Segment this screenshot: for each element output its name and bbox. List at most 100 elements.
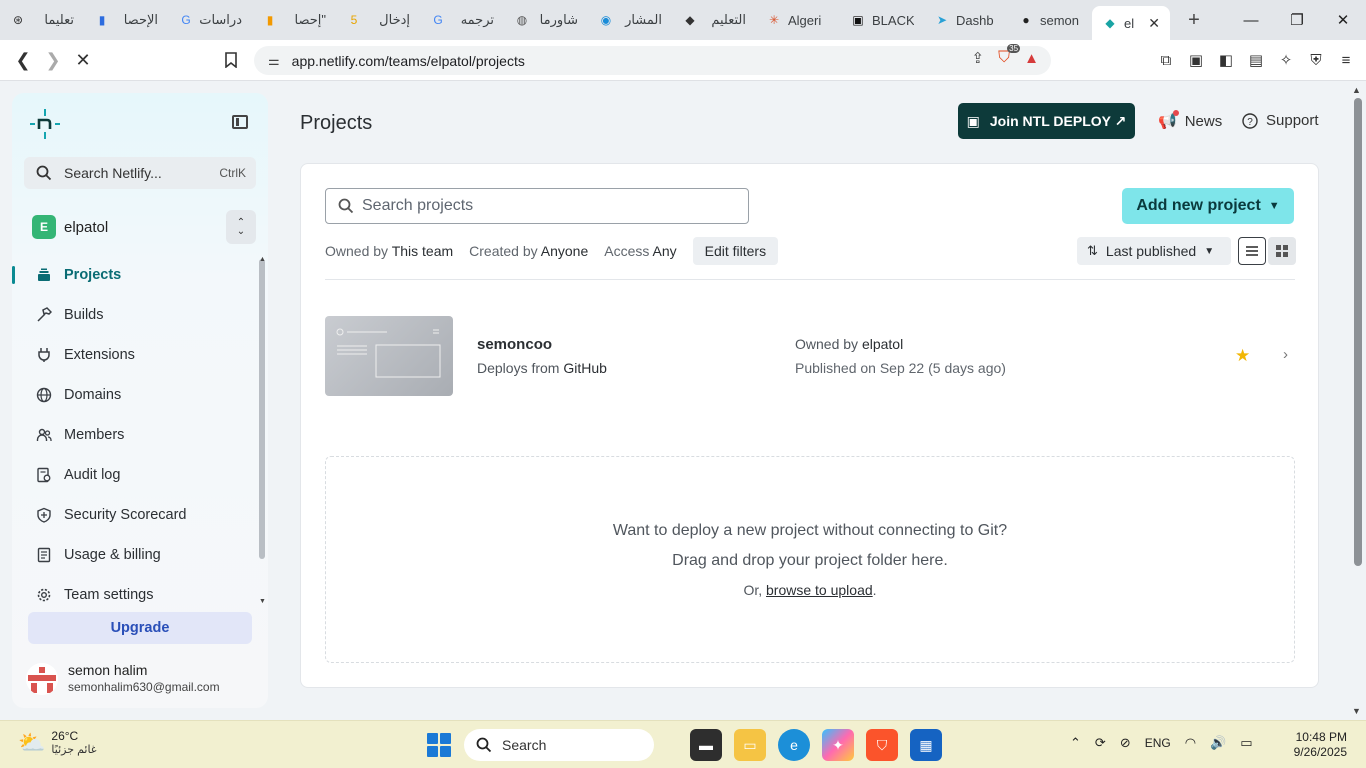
extensions-icon[interactable]: ⧉	[1156, 48, 1176, 72]
browse-to-upload-link[interactable]: browse to upload	[766, 582, 873, 598]
brave-shield-icon[interactable]: ⛉ 35	[998, 44, 1021, 67]
scroll-up-icon[interactable]: ▲	[259, 256, 266, 263]
project-search[interactable]	[325, 188, 749, 224]
file-explorer-icon[interactable]: ▭	[734, 729, 766, 761]
site-settings-icon[interactable]: ⚌	[268, 53, 280, 69]
project-row[interactable]: semoncoo Deploys from GitHub Owned by el…	[325, 316, 1295, 396]
sidebar-item-builds[interactable]: Builds	[12, 295, 268, 335]
star-icon[interactable]: ★	[1235, 346, 1250, 366]
created-by-filter[interactable]: Created by Anyone	[469, 243, 588, 259]
drop-zone[interactable]: Want to deploy a new project without con…	[325, 456, 1295, 663]
browser-tab[interactable]: ▮ الإحصا	[84, 4, 168, 36]
battery-icon[interactable]: ▭	[1240, 735, 1252, 751]
active-tab[interactable]: ◆ el ✕	[1092, 6, 1170, 40]
system-tray: ⌃ ⟳ ⊘ ENG ◠ 🔊 ▭	[1070, 735, 1253, 751]
sync-icon[interactable]: ⟳	[1095, 735, 1106, 751]
sort-dropdown[interactable]: ⇅ Last published ▼	[1077, 237, 1231, 265]
user-profile[interactable]: semon halim semonhalim630@gmail.com	[26, 659, 256, 699]
leo-ai-icon[interactable]: ✧	[1276, 48, 1296, 72]
owned-by-filter[interactable]: Owned by This team	[325, 243, 453, 259]
system-clock[interactable]: 10:48 PM 9/26/2025	[1285, 730, 1347, 760]
browser-tab[interactable]: ✳ Algeri	[756, 4, 840, 36]
taskbar-search[interactable]: Search	[464, 729, 654, 761]
bookmark-icon[interactable]	[216, 45, 246, 75]
wifi-icon[interactable]: ◠	[1185, 735, 1196, 751]
reader-mode-icon[interactable]: ▣	[1186, 48, 1206, 72]
team-switch-chevrons-icon[interactable]: ⌃ ⌄	[226, 210, 256, 244]
sidebar-item-audit-log[interactable]: Audit log	[12, 455, 268, 495]
globe-icon: ◍	[516, 13, 528, 27]
close-window-button[interactable]: ✕	[1320, 0, 1366, 40]
upgrade-button[interactable]: Upgrade	[28, 612, 252, 644]
edge-browser-icon[interactable]: e	[778, 729, 810, 761]
browser-tab-title: Dashb	[956, 12, 994, 28]
terminal-app-icon[interactable]: ▬	[690, 729, 722, 761]
stop-loading-button[interactable]: ✕	[68, 45, 98, 75]
browser-tab[interactable]: ▮ "إحصا	[252, 4, 336, 36]
list-view-icon[interactable]	[1238, 237, 1266, 265]
forward-button[interactable]: ❯	[38, 45, 68, 75]
windows-start-icon[interactable]	[427, 733, 451, 757]
store-app-icon[interactable]: ▦	[910, 729, 942, 761]
project-name[interactable]: semoncoo	[477, 336, 552, 353]
browser-tab[interactable]: ➤ Dashb	[924, 4, 1008, 36]
sidebar-item-members[interactable]: Members	[12, 415, 268, 455]
grid-view-icon[interactable]	[1268, 237, 1296, 265]
support-link[interactable]: ? Support	[1242, 112, 1319, 129]
share-icon[interactable]: ⇪	[972, 49, 985, 67]
browser-tab[interactable]: G دراسات	[168, 4, 252, 36]
menu-icon[interactable]: ≡	[1336, 48, 1356, 72]
url-text[interactable]: app.netlify.com/teams/elpatol/projects	[292, 53, 525, 69]
close-tab-icon[interactable]: ✕	[1148, 15, 1160, 32]
scroll-down-icon[interactable]: ▼	[259, 598, 266, 605]
collapse-sidebar-icon[interactable]	[232, 115, 248, 129]
minimize-button[interactable]: —	[1228, 0, 1274, 40]
browser-tab[interactable]: ▣ BLACK	[840, 4, 924, 36]
maximize-button[interactable]: ❐	[1274, 0, 1320, 40]
browser-tab[interactable]: ● semon	[1008, 4, 1092, 36]
volume-icon[interactable]: 🔊	[1210, 735, 1226, 751]
add-new-project-button[interactable]: Add new project ▼	[1122, 188, 1294, 224]
language-indicator[interactable]: ENG	[1145, 736, 1171, 750]
browser-tab[interactable]: ◉ المشار	[588, 4, 672, 36]
team-switcher[interactable]: E elpatol ⌃ ⌄	[24, 209, 256, 245]
edit-filters-button[interactable]: Edit filters	[692, 237, 779, 265]
browser-tab[interactable]: G ترجمه	[420, 4, 504, 36]
sidebar-search[interactable]: Search Netlify... CtrlK	[24, 157, 256, 189]
sidebar-item-projects[interactable]: Projects	[12, 255, 268, 295]
vpn-icon[interactable]: ⛨	[1306, 48, 1326, 72]
page-scroll-down-icon[interactable]: ▼	[1352, 706, 1361, 716]
sidebar-item-usage-billing[interactable]: Usage & billing	[12, 535, 268, 575]
google-icon: G	[181, 13, 191, 27]
netlify-logo-icon[interactable]	[28, 107, 62, 141]
show-hidden-icons-icon[interactable]: ⌃	[1070, 735, 1081, 751]
address-bar[interactable]: ⚌ app.netlify.com/teams/elpatol/projects…	[254, 44, 1051, 75]
join-ntl-deploy-button[interactable]: ▣ Join NTL DEPLOY ↗	[958, 103, 1135, 139]
access-filter[interactable]: Access Any	[604, 243, 676, 259]
sidebar-scrollbar[interactable]	[259, 259, 265, 559]
project-search-input[interactable]	[362, 197, 742, 215]
chevron-right-icon[interactable]: ›	[1283, 346, 1288, 363]
sidebar-item-team-settings[interactable]: Team settings	[12, 575, 268, 615]
browser-tab[interactable]: ⊛ تعليما	[0, 4, 84, 36]
network-off-icon[interactable]: ⊘	[1120, 735, 1131, 751]
page-scroll-up-icon[interactable]: ▲	[1352, 85, 1361, 95]
page-scrollbar[interactable]	[1354, 98, 1362, 566]
sidebar-toggle-icon[interactable]: ◧	[1216, 48, 1236, 72]
browser-tab[interactable]: ◆ التعليم	[672, 4, 756, 36]
wallet-icon[interactable]: ▤	[1246, 48, 1266, 72]
brave-rewards-icon[interactable]: ▲	[1024, 50, 1039, 67]
sidebar-item-domains[interactable]: Domains	[12, 375, 268, 415]
sidebar-item-security-scorecard[interactable]: Security Scorecard	[12, 495, 268, 535]
copilot-icon[interactable]: ✦	[822, 729, 854, 761]
back-button[interactable]: ❮	[8, 45, 38, 75]
news-link[interactable]: 📢 News	[1158, 110, 1222, 130]
weather-widget[interactable]: ⛅ 26°C غائم جزئيًا	[18, 729, 97, 756]
sidebar-item-extensions[interactable]: Extensions	[12, 335, 268, 375]
browser-tab[interactable]: ◍ شاورما	[504, 4, 588, 36]
new-tab-button[interactable]: +	[1178, 9, 1210, 32]
browser-tab[interactable]: 5 إدخال	[336, 4, 420, 36]
brave-browser-icon[interactable]: ⛉	[866, 729, 898, 761]
filters-bar: Owned by This team Created by Anyone Acc…	[325, 237, 779, 265]
project-thumbnail[interactable]	[325, 316, 453, 396]
